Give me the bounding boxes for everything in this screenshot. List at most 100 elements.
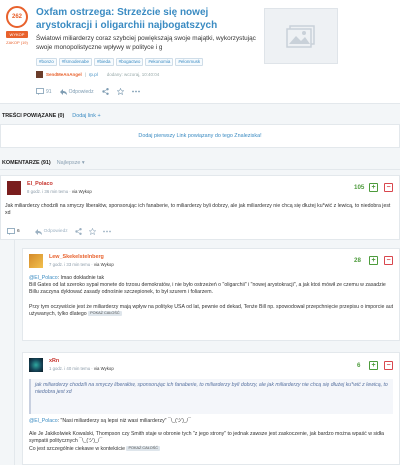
favorite-action[interactable] [116, 88, 124, 95]
author-name[interactable]: SendMeAnAngel [46, 72, 82, 77]
comment-meta: 8 godz. i 36 min temu · via Wykop [27, 189, 92, 194]
sort-label: Najlepsze [56, 160, 81, 166]
comment-meta: 1 godz. i 40 min temu · via Wykop [49, 366, 114, 371]
upvote-button[interactable]: + [369, 256, 378, 265]
tag[interactable]: #bonzo [36, 58, 57, 66]
comments-action[interactable]: 91 [36, 88, 52, 95]
replies-action[interactable]: 6 [7, 228, 20, 235]
comment-author[interactable]: xRn [49, 358, 59, 364]
added-date: dodany: wczoraj, 10:40:04 [106, 72, 160, 77]
comment-text: @El_Polaco: Imao dokładnie tak Bill Gate… [29, 275, 395, 318]
image-placeholder-icon [286, 25, 315, 48]
comment: El_Polaco 8 godz. i 36 min temu · via Wy… [0, 175, 400, 240]
author-avatar[interactable] [36, 71, 43, 78]
more-action[interactable] [131, 90, 140, 93]
upvote-button[interactable]: + [369, 361, 378, 370]
reply-icon [34, 228, 42, 235]
sort-dropdown[interactable]: Najlepsze ▾ [57, 160, 85, 166]
zakop-button[interactable]: ZAKOP (19) [6, 40, 28, 45]
reply-icon [59, 88, 67, 95]
comment-author[interactable]: Lew_Skekelstelnberg [49, 254, 104, 260]
comment-text: Jak miliarderzy chodzili na smyczy liber… [5, 203, 391, 217]
avatar[interactable] [29, 254, 43, 268]
comment-time: 1 godz. i 40 min temu [49, 366, 91, 371]
separator: | [84, 72, 86, 77]
comment-score: 28 [354, 257, 361, 264]
comment-line: @El_Polaco: "Nasi miliarderzy są lepsi n… [29, 418, 395, 425]
reply-comment: Lew_Skekelstelnberg 7 godz. i 33 min tem… [22, 248, 400, 341]
comment-icon [36, 88, 44, 95]
comment-paragraph-text: Przy tym oczywiście jest że miliarderzy … [29, 303, 394, 317]
comment-author[interactable]: El_Polaco [27, 181, 53, 187]
wykop-button[interactable]: WYKOP [6, 31, 28, 38]
related-empty-text: Dodaj pierwszy Link powiązany do tego Zn… [138, 133, 262, 139]
comment-score: 6 [357, 362, 361, 369]
tag[interactable]: #ekonomia [145, 58, 174, 66]
downvote-button[interactable]: − [384, 256, 393, 265]
downvote-button[interactable]: − [384, 361, 393, 370]
comment-paragraph: Bill Gates od lat szeroko sypał monete d… [29, 282, 386, 296]
comment-via: via Wykop [71, 189, 92, 194]
replies-count: 6 [17, 229, 20, 234]
chevron-down-icon: ▾ [81, 160, 85, 166]
comment-text: @El_Polaco: "Nasi miliarderzy są lepsi n… [29, 418, 395, 453]
add-link-button[interactable]: Dodaj link + [72, 113, 100, 119]
comment-time: 7 godz. i 33 min temu [49, 262, 91, 267]
comment-line-text: : Imao dokładnie tak [57, 275, 105, 281]
mention-link[interactable]: @El_Polaco [29, 418, 58, 424]
show-more-button[interactable]: POKAŻ CAŁOŚĆ [126, 445, 161, 451]
page: 262 WYKOP ZAKOP (19) Oxfam ostrzega: Str… [0, 0, 400, 465]
dig-widget: 262 WYKOP ZAKOP (19) [6, 6, 28, 45]
comments-title: KOMENTARZE (91) [2, 160, 51, 166]
source-link[interactable]: rp.pl [89, 72, 98, 77]
related-section: TREŚCI POWIĄZANE (0) Dodaj link + Dodaj … [0, 109, 400, 150]
comment-paragraph: Co jest szczególnie ciekawe w kontekście… [29, 446, 395, 453]
comment-via: via Wykop [93, 262, 114, 267]
comment-actions: 6 Odpowiedz [7, 228, 111, 235]
article-actions: 91 Odpowiedz [36, 88, 140, 95]
share-icon[interactable] [74, 228, 82, 235]
star-icon[interactable] [88, 228, 96, 235]
related-empty-box[interactable]: Dodaj pierwszy Link powiązany do tego Zn… [0, 124, 400, 148]
comment-line-text: : "Nasi miliarderzy są lepsi niż wasi mi… [57, 418, 191, 424]
related-header: TREŚCI POWIĄZANE (0) Dodaj link + [0, 109, 400, 122]
tag[interactable]: #bogactwo [115, 58, 144, 66]
share-icon [101, 88, 109, 95]
downvote-button[interactable]: − [384, 183, 393, 192]
tag[interactable]: #elonmusk [175, 58, 204, 66]
reply-label: Odpowiedz [43, 229, 68, 234]
related-title: TREŚCI POWIĄZANE (0) [2, 112, 65, 119]
comment-paragraph: Ale Je Jakikolwiek Kowalski, Thompson cz… [29, 431, 385, 445]
reply-comment: xRn 1 godz. i 40 min temu · via Wykop 6 … [22, 352, 400, 465]
article-title[interactable]: Oxfam ostrzega: Strzeżcie się nowej arys… [36, 6, 258, 32]
tag[interactable]: #bieda [94, 58, 114, 66]
quote-block: jak miliarderzy chodzili na smyczy liber… [29, 379, 393, 414]
comment-paragraph-text: Co jest szczególnie ciekawe w kontekście [29, 445, 126, 452]
add-link-plus-icon: + [97, 112, 101, 119]
upvote-button[interactable]: + [369, 183, 378, 192]
add-link-label: Dodaj link [72, 112, 96, 119]
show-more-button[interactable]: POKAŻ CAŁOŚĆ [88, 310, 122, 316]
more-dots-icon[interactable] [102, 230, 111, 233]
mention-link[interactable]: @El_Polaco [29, 275, 58, 281]
comment-time: 8 godz. i 36 min temu [27, 189, 69, 194]
reply-action[interactable]: Odpowiedz [34, 228, 68, 235]
avatar[interactable] [7, 181, 21, 195]
comment-via: via Wykop [93, 366, 114, 371]
thread-line [14, 240, 15, 465]
avatar[interactable] [29, 358, 43, 372]
comments-count: 91 [46, 88, 52, 95]
tag-list: #bonzo #fsmodenabe #bieda #bogactwo #eko… [36, 58, 204, 66]
comments-header: KOMENTARZE (91) Najlepsze ▾ [0, 157, 400, 170]
share-action[interactable] [101, 88, 109, 95]
reply-action[interactable]: Odpowiedz [59, 88, 94, 95]
comment-paragraph: Przy tym oczywiście jest że miliarderzy … [29, 304, 395, 318]
star-icon [116, 88, 124, 95]
comment-score: 105 [354, 184, 365, 191]
tag[interactable]: #fsmodenabe [58, 58, 93, 66]
article-description: Światowi miliarderzy coraz szybciej powi… [36, 35, 256, 51]
comment-line: @El_Polaco: Imao dokładnie tak [29, 275, 395, 282]
article-thumbnail[interactable] [264, 8, 338, 64]
dig-count[interactable]: 262 [6, 6, 28, 28]
comment-icon [7, 228, 15, 235]
